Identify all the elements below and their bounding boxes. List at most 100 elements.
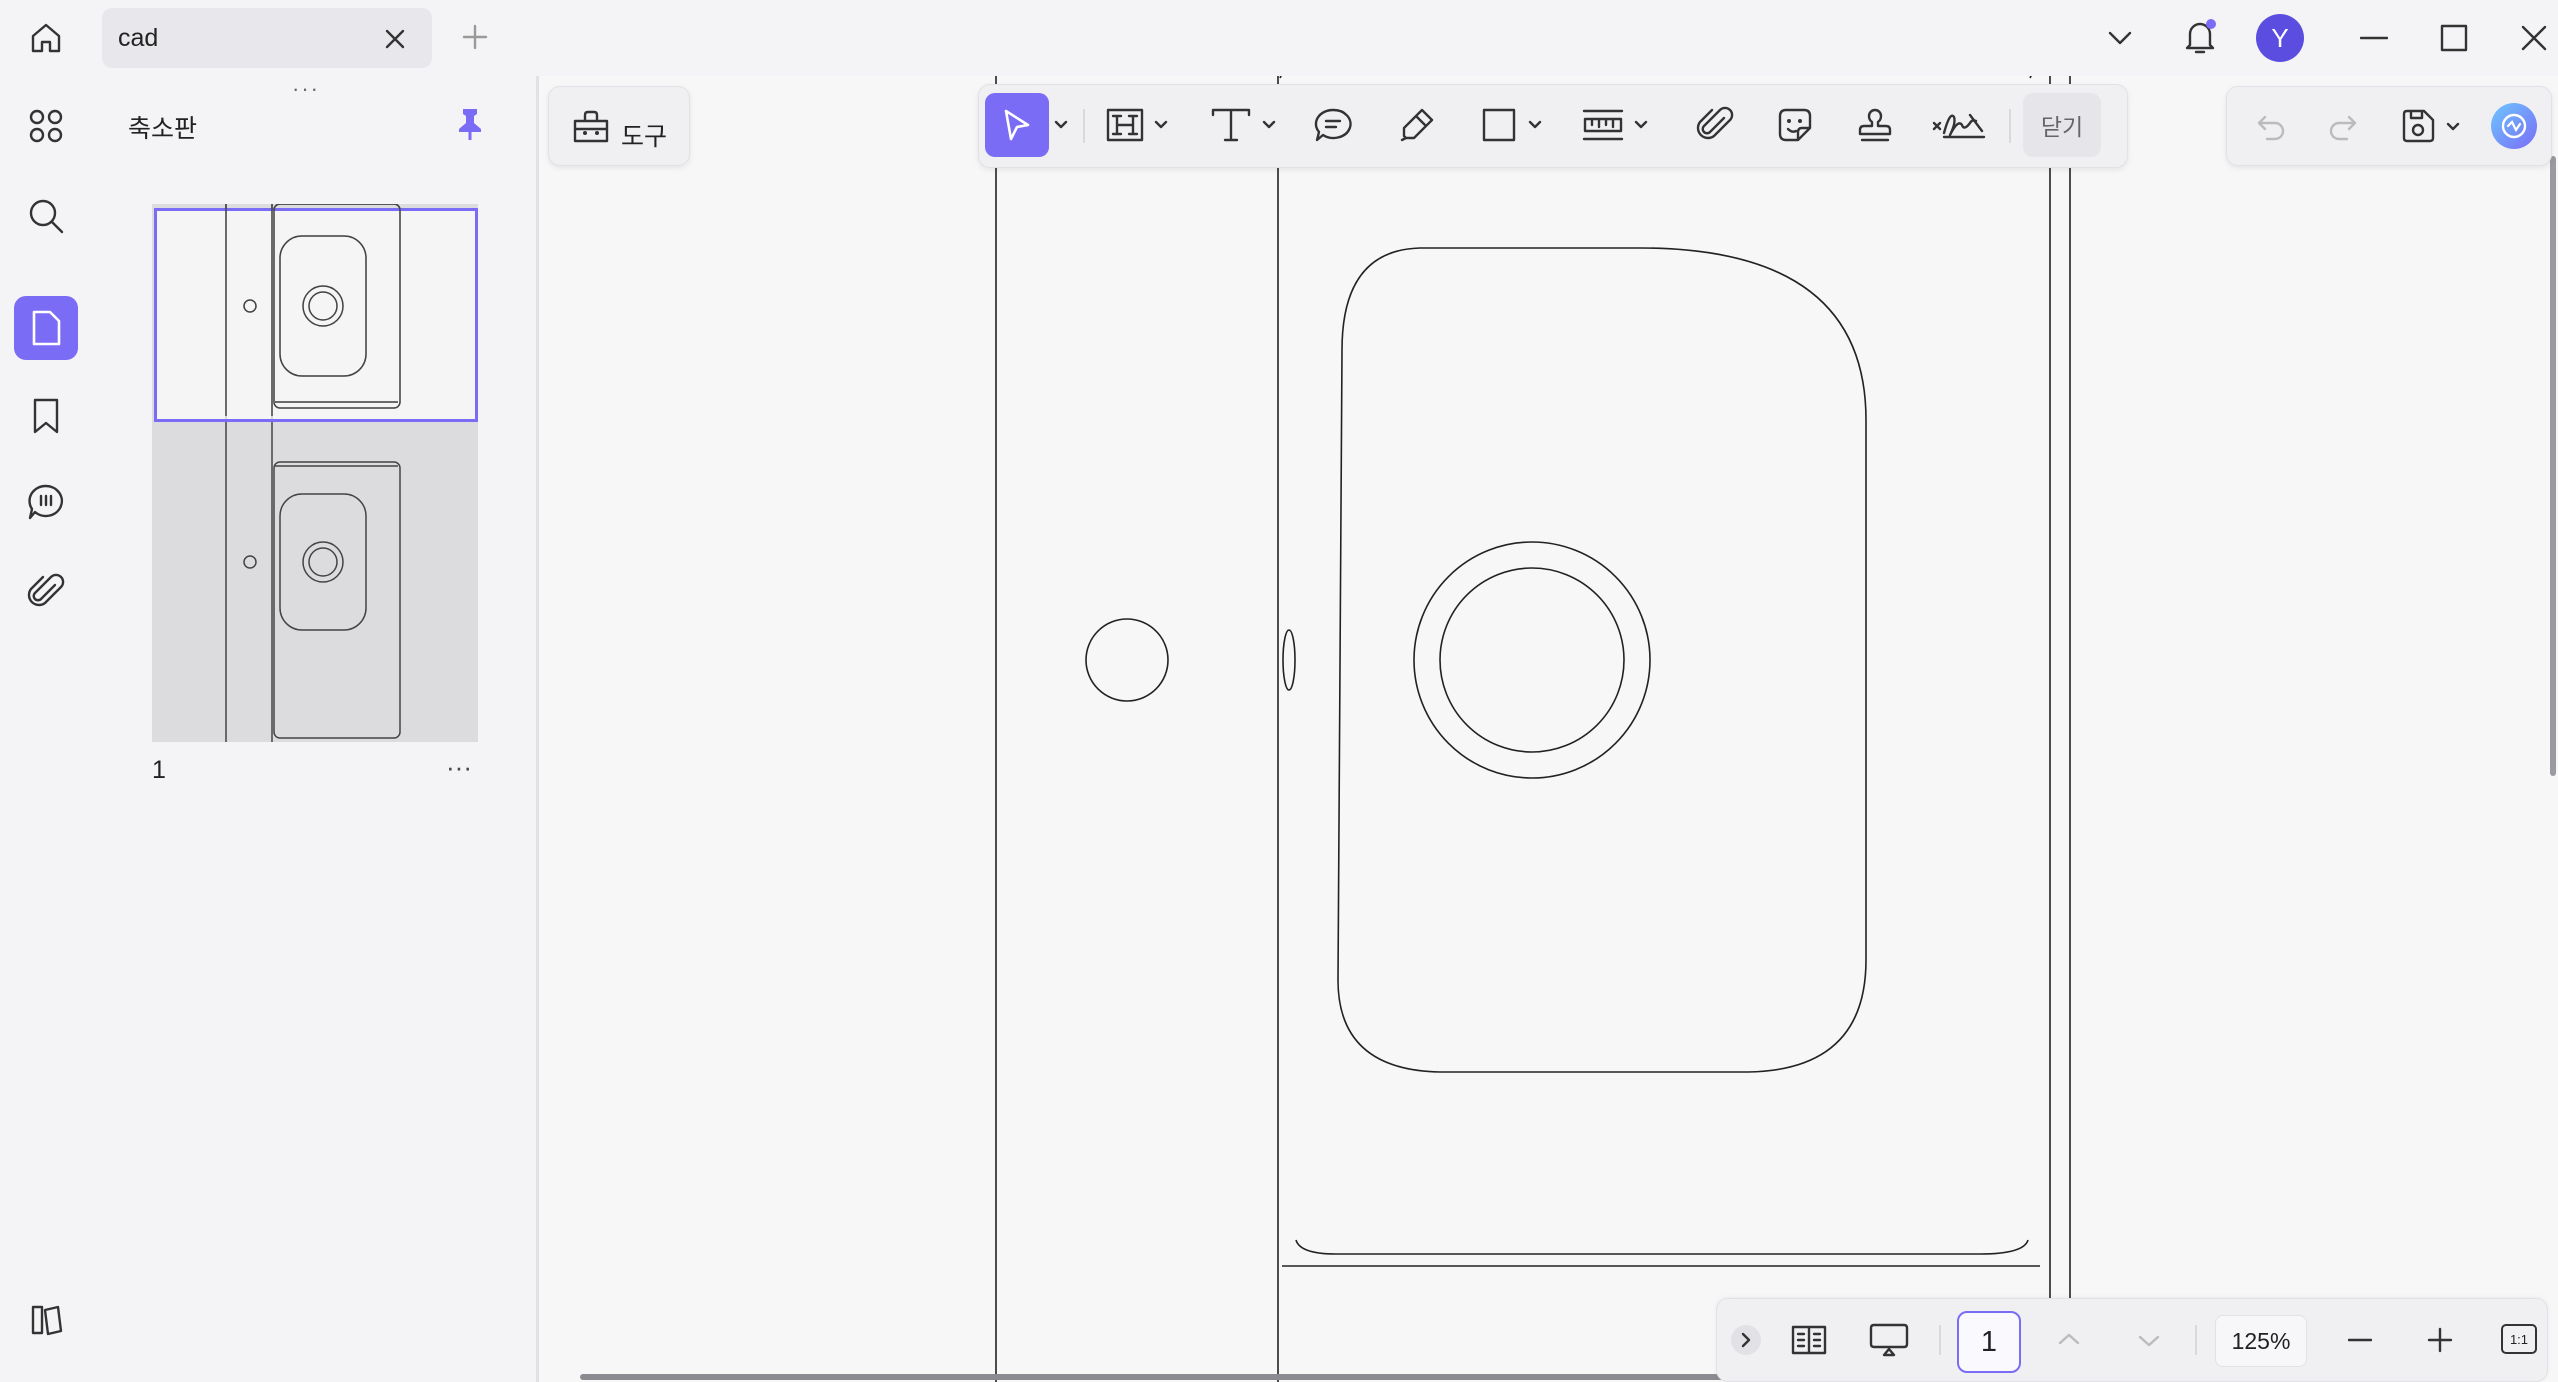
heading-tool-button[interactable] [1101, 101, 1149, 149]
document-canvas[interactable] [540, 76, 2558, 1382]
user-avatar[interactable]: Y [2256, 14, 2304, 62]
thumbnail-panel: ··· 축소판 1 ··· [94, 76, 539, 1382]
chevron-down-icon [1154, 120, 1168, 129]
new-tab-button[interactable] [458, 20, 492, 54]
rail-item-search[interactable] [22, 192, 70, 240]
comment-tool-button[interactable] [1309, 101, 1357, 149]
undo-icon [2257, 115, 2285, 141]
comments-icon [28, 484, 64, 520]
chevron-down-icon [2138, 1335, 2160, 1347]
select-icon [1004, 109, 1030, 141]
home-button[interactable] [22, 14, 70, 62]
tab-list-button[interactable] [2100, 20, 2140, 56]
page-layout-button[interactable] [1785, 1317, 1833, 1363]
rail-item-attachments[interactable] [22, 568, 70, 616]
minimize-button[interactable] [2352, 18, 2396, 58]
plus-icon [2427, 1327, 2453, 1353]
save-dropdown[interactable] [2443, 117, 2463, 137]
rail-item-comments[interactable] [22, 478, 70, 526]
maximize-button[interactable] [2432, 18, 2476, 58]
zoom-out-button[interactable] [2339, 1319, 2381, 1361]
pin-panel-button[interactable] [448, 102, 492, 146]
page-layout-icon [1791, 1325, 1827, 1355]
ai-assistant-button[interactable] [2491, 103, 2537, 149]
rail-item-library[interactable] [22, 1296, 70, 1344]
attachment-icon [1696, 106, 1734, 140]
presentation-button[interactable] [1863, 1317, 1915, 1363]
page-number-value: 1 [1980, 1325, 1998, 1358]
document-tab[interactable]: cad [102, 8, 432, 68]
stamp-tool-button[interactable] [1851, 101, 1899, 149]
notifications-button[interactable] [2178, 14, 2222, 60]
chevron-right-icon [1741, 1332, 1751, 1348]
highlighter-icon [1400, 108, 1434, 142]
bookmark-icon [33, 398, 59, 434]
shape-tool-dropdown[interactable] [1525, 115, 1545, 135]
attach-file-button[interactable] [1691, 101, 1739, 149]
heading-tool-dropdown[interactable] [1151, 115, 1171, 135]
toolbar-divider [2009, 109, 2011, 143]
actual-size-button[interactable]: 1:1 [2499, 1319, 2539, 1359]
page-more-button[interactable]: ··· [446, 752, 472, 783]
close-toolbar-button[interactable]: 닫기 [2023, 93, 2101, 157]
chevron-down-icon [2108, 31, 2132, 45]
redo-icon [2329, 115, 2357, 141]
text-icon [1211, 108, 1251, 142]
cad-drawing [995, 76, 2071, 1382]
plus-icon [462, 24, 488, 50]
text-tool-button[interactable] [1205, 101, 1257, 149]
close-icon [385, 29, 405, 49]
page-number-input[interactable]: 1 [1957, 1311, 2021, 1373]
chevron-down-icon [1634, 120, 1648, 129]
text-tool-dropdown[interactable] [1259, 115, 1279, 135]
chevron-up-icon [2058, 1333, 2080, 1345]
page-thumbnail[interactable] [152, 204, 478, 742]
tab-title: cad [118, 24, 159, 52]
save-icon [2402, 109, 2435, 143]
rail-item-thumbnails[interactable] [14, 296, 78, 360]
tools-button[interactable]: 도구 [548, 86, 690, 166]
measure-tool-dropdown[interactable] [1631, 115, 1651, 135]
close-icon [2521, 25, 2547, 51]
collapse-bar-button[interactable] [1731, 1325, 1761, 1355]
annotation-toolbar: 닫기 [978, 84, 2128, 168]
select-tool-dropdown[interactable] [1051, 115, 1071, 135]
chevron-down-icon [2446, 122, 2460, 131]
zoom-in-button[interactable] [2419, 1319, 2461, 1361]
shape-tool-button[interactable] [1475, 101, 1523, 149]
rectangle-icon [1482, 108, 1516, 142]
sticker-tool-button[interactable] [1771, 101, 1819, 149]
horizontal-scrollbar[interactable] [580, 1374, 1780, 1380]
vertical-scrollbar[interactable] [2550, 156, 2556, 776]
bell-icon [2185, 19, 2216, 54]
apps-icon [29, 109, 63, 143]
close-toolbar-label: 닫기 [2040, 114, 2084, 140]
measure-tool-button[interactable] [1577, 101, 1629, 149]
comment-icon [1314, 108, 1352, 142]
panel-resize-grip[interactable]: ··· [292, 76, 320, 102]
attachment-icon [27, 573, 65, 607]
ai-assistant-icon [2501, 113, 2527, 139]
close-tab-button[interactable] [378, 22, 412, 56]
undo-button[interactable] [2249, 105, 2293, 149]
measure-icon [1582, 109, 1624, 141]
bar-divider [1939, 1325, 1941, 1355]
rail-item-bookmarks[interactable] [22, 392, 70, 440]
redo-button[interactable] [2321, 105, 2365, 149]
next-page-button[interactable] [2129, 1321, 2169, 1361]
previous-page-button[interactable] [2049, 1319, 2089, 1359]
rail-item-apps[interactable] [22, 102, 70, 150]
close-window-button[interactable] [2512, 18, 2556, 58]
tools-label: 도구 [621, 123, 668, 151]
maximize-icon [2440, 24, 2468, 52]
zoom-level-input[interactable]: 125% [2215, 1315, 2307, 1367]
page-navigation-bar: 1 125% 1:1 [1716, 1298, 2548, 1382]
save-button[interactable] [2395, 103, 2441, 149]
highlighter-tool-button[interactable] [1393, 101, 1441, 149]
select-tool-button[interactable] [985, 93, 1049, 157]
heading-icon [1106, 108, 1144, 142]
signature-icon [1932, 113, 1986, 139]
library-icon [31, 1305, 63, 1336]
toolbox-icon [573, 110, 609, 143]
signature-tool-button[interactable] [1929, 101, 1989, 149]
